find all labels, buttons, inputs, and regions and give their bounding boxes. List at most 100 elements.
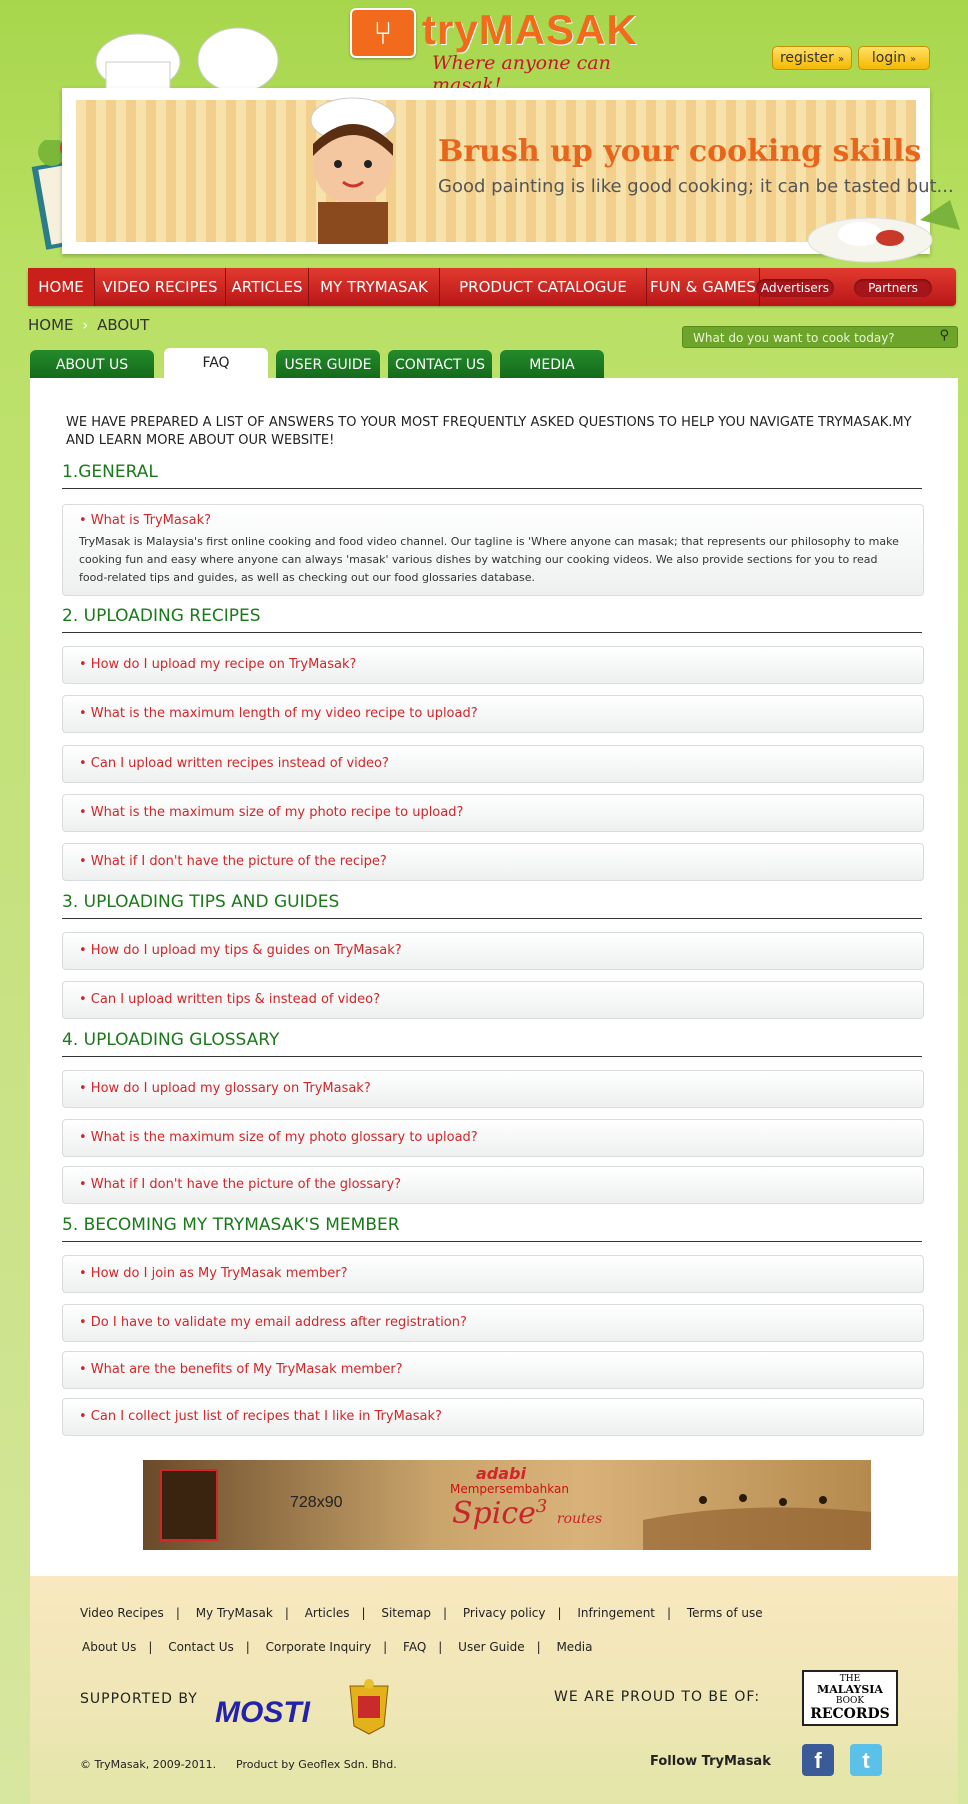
- nav-advertisers[interactable]: Advertisers: [756, 279, 834, 297]
- footer-link[interactable]: My TryMasak: [196, 1606, 273, 1620]
- search-icon[interactable]: ⚲: [939, 328, 949, 343]
- faq-question[interactable]: • How do I upload my tips & guides on Tr…: [79, 943, 402, 958]
- faq-question[interactable]: • How do I join as My TryMasak member?: [79, 1266, 348, 1281]
- search-bar: ⚲: [682, 326, 958, 349]
- twitter-icon[interactable]: t: [850, 1744, 882, 1776]
- faq-item[interactable]: • What is TryMasak? TryMasak is Malaysia…: [62, 504, 924, 596]
- nav-fun-games[interactable]: FUN & GAMES: [647, 268, 760, 306]
- faq-question[interactable]: • What are the benefits of My TryMasak m…: [79, 1362, 403, 1377]
- ad-brand: adabi: [476, 1464, 526, 1483]
- tab-faq[interactable]: FAQ: [164, 348, 268, 380]
- tab-about-us[interactable]: ABOUT US: [30, 350, 154, 378]
- section-heading: 5. BECOMING MY TRYMASAK'S MEMBER: [62, 1215, 922, 1242]
- nav-video-recipes[interactable]: VIDEO RECIPES: [95, 268, 226, 306]
- faq-question[interactable]: • Do I have to validate my email address…: [79, 1315, 467, 1330]
- double-chevron-icon: »: [837, 54, 845, 65]
- faq-question[interactable]: • Can I upload written recipes instead o…: [79, 756, 389, 771]
- footer-link[interactable]: FAQ: [403, 1640, 426, 1654]
- breadcrumb-home[interactable]: HOME: [28, 316, 74, 334]
- faq-item[interactable]: • How do I upload my tips & guides on Tr…: [62, 932, 924, 970]
- faq-item[interactable]: • How do I join as My TryMasak member?: [62, 1255, 924, 1293]
- logo-wordmark: tryMASAK: [422, 6, 638, 53]
- malaysia-coat-of-arms-icon: [330, 1678, 408, 1738]
- faq-item[interactable]: • What is the maximum size of my photo r…: [62, 794, 924, 832]
- section-heading: 4. UPLOADING GLOSSARY: [62, 1030, 922, 1057]
- faq-item[interactable]: • Can I upload written recipes instead o…: [62, 745, 924, 783]
- faq-item[interactable]: • How do I upload my glossary on TryMasa…: [62, 1070, 924, 1108]
- faq-item[interactable]: • How do I upload my recipe on TryMasak?: [62, 646, 924, 684]
- malaysia-book-of-records-logo[interactable]: THE MALAYSIA BOOK RECORDS: [802, 1670, 898, 1726]
- ad-headline: Spice3 routes: [452, 1496, 602, 1531]
- faq-item[interactable]: • What are the benefits of My TryMasak m…: [62, 1351, 924, 1389]
- tab-media[interactable]: MEDIA: [500, 350, 604, 378]
- double-chevron-icon: »: [909, 54, 917, 65]
- faq-question[interactable]: • What if I don't have the picture of th…: [79, 1177, 401, 1192]
- footer-link[interactable]: Articles: [305, 1606, 350, 1620]
- banner-title: Brush up your cooking skills: [438, 134, 922, 169]
- footer-link[interactable]: Privacy policy: [463, 1606, 546, 1620]
- facebook-icon[interactable]: f: [802, 1744, 834, 1776]
- breadcrumb: HOME › ABOUT: [28, 316, 149, 334]
- footer-links-row2: About Us | Contact Us | Corporate Inquiry |…: [82, 1640, 593, 1654]
- utensils-logo-icon: ⑂: [350, 8, 416, 58]
- ad-tail: routes: [556, 1511, 603, 1527]
- copyright: © TryMasak, 2009-2011.: [80, 1758, 217, 1771]
- footer-link[interactable]: Infringement: [577, 1606, 655, 1620]
- footer-link[interactable]: Video Recipes: [80, 1606, 164, 1620]
- faq-question[interactable]: • What if I don't have the picture of th…: [79, 854, 387, 869]
- main-nav: HOME VIDEO RECIPES ARTICLES MY TRYMASAK …: [28, 268, 956, 306]
- faq-question[interactable]: • How do I upload my recipe on TryMasak?: [79, 657, 356, 672]
- faq-answer: TryMasak is Malaysia's first online cook…: [79, 535, 899, 584]
- footer-link[interactable]: User Guide: [458, 1640, 524, 1654]
- register-button[interactable]: register»: [772, 46, 852, 70]
- login-button[interactable]: login»: [858, 46, 930, 70]
- tab-user-guide[interactable]: USER GUIDE: [276, 350, 380, 378]
- chevron-right-icon: ›: [82, 316, 89, 334]
- ad-subtitle: Mempersembahkan: [450, 1482, 569, 1496]
- faq-item[interactable]: • What if I don't have the picture of th…: [62, 843, 924, 881]
- nav-my-trymasak[interactable]: MY TRYMASAK: [309, 268, 440, 306]
- site-logo[interactable]: ⑂ tryMASAK Where anyone can masak!: [350, 6, 660, 96]
- faq-item[interactable]: • Do I have to validate my email address…: [62, 1304, 924, 1342]
- faq-question[interactable]: • What is the maximum size of my photo g…: [79, 1130, 478, 1145]
- faq-item[interactable]: • What is the maximum size of my photo g…: [62, 1119, 924, 1157]
- footer-link[interactable]: Terms of use: [687, 1606, 763, 1620]
- faq-intro: We have prepared a list of answers to yo…: [66, 415, 912, 448]
- footer-link[interactable]: About Us: [82, 1640, 136, 1654]
- footer-link[interactable]: Contact Us: [168, 1640, 234, 1654]
- section-heading: 1.GENERAL: [62, 462, 922, 489]
- faq-question[interactable]: • What is the maximum length of my video…: [79, 706, 478, 721]
- faq-question[interactable]: • Can I collect just list of recipes tha…: [79, 1409, 442, 1424]
- ad-number: 3: [535, 1496, 548, 1517]
- faq-item[interactable]: • What is the maximum length of my video…: [62, 695, 924, 733]
- nav-home[interactable]: HOME: [28, 268, 95, 306]
- chef-girl-illustration: [288, 94, 418, 244]
- faq-question[interactable]: • Can I upload written tips & instead of…: [79, 992, 380, 1007]
- tab-contact-us[interactable]: CONTACT US: [388, 350, 492, 378]
- nav-partners[interactable]: Partners: [854, 279, 932, 297]
- nav-product-catalogue[interactable]: PRODUCT CATALOGUE: [440, 268, 647, 306]
- search-input[interactable]: [691, 327, 925, 349]
- follow-label: Follow TryMasak: [650, 1754, 771, 1769]
- hero-banner[interactable]: [76, 100, 916, 242]
- supported-by-label: SUPPORTED BY: [80, 1691, 198, 1707]
- footer-link[interactable]: Media: [556, 1640, 592, 1654]
- ad-size-label: 728x90: [290, 1494, 343, 1511]
- footer-link[interactable]: Sitemap: [381, 1606, 431, 1620]
- section-heading: 2. UPLOADING RECIPES: [62, 606, 922, 633]
- faq-item[interactable]: • What if I don't have the picture of th…: [62, 1166, 924, 1204]
- faq-question[interactable]: • How do I upload my glossary on TryMasa…: [79, 1081, 371, 1096]
- faq-question[interactable]: • What is the maximum size of my photo r…: [79, 805, 463, 820]
- records-line3: BOOK: [835, 1696, 865, 1706]
- section-heading: 3. UPLOADING TIPS AND GUIDES: [62, 892, 922, 919]
- footer-links-row1: Video Recipes | My TryMasak | Articles | Si…: [80, 1606, 763, 1620]
- mosti-logo[interactable]: MOSTI: [215, 1696, 310, 1730]
- faq-item[interactable]: • Can I upload written tips & instead of…: [62, 981, 924, 1019]
- nav-articles[interactable]: ARTICLES: [226, 268, 309, 306]
- records-line4: RECORDS: [810, 1706, 890, 1722]
- faq-item[interactable]: • Can I collect just list of recipes tha…: [62, 1398, 924, 1436]
- ad-headline-text: Spice: [452, 1496, 536, 1531]
- faq-question[interactable]: • What is TryMasak?: [79, 513, 211, 528]
- footer-link[interactable]: Corporate Inquiry: [266, 1640, 372, 1654]
- register-label: register: [779, 50, 834, 66]
